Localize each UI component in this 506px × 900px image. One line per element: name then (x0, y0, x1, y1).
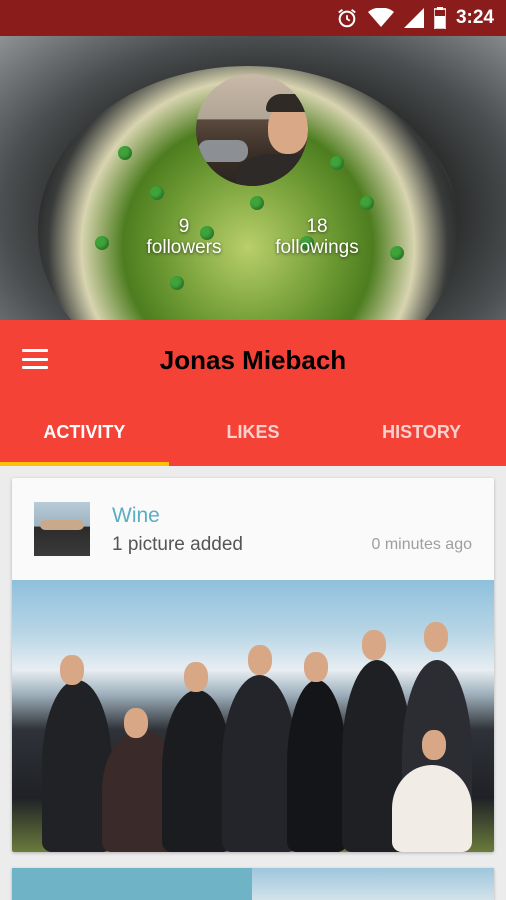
followers-count: 9 (178, 216, 190, 237)
activity-photo[interactable] (12, 580, 494, 852)
signal-icon (403, 8, 424, 28)
activity-title[interactable]: Wine (112, 504, 160, 528)
tab-indicator (0, 462, 169, 466)
followers-stat[interactable]: 9 followers (134, 216, 234, 258)
tab-history[interactable]: HISTORY (337, 412, 506, 462)
tab-activity[interactable]: ACTIVITY (0, 412, 169, 462)
profile-cover-photo: 9 followers 18 followings (0, 36, 506, 320)
activity-card-2[interactable] (12, 868, 494, 900)
alarm-icon (338, 9, 356, 28)
activity-time: 0 minutes ago (371, 536, 472, 553)
activity-card[interactable]: Wine 1 picture added 0 minutes ago (12, 478, 494, 852)
followings-label: followings (275, 237, 359, 258)
battery-icon (433, 7, 446, 29)
followings-stat[interactable]: 18 followings (262, 216, 372, 258)
status-time: 3:24 (455, 7, 494, 28)
page-title: Jonas Miebach (159, 345, 347, 375)
tab-bar: ACTIVITY LIKES HISTORY (0, 412, 506, 462)
tab-likes[interactable]: LIKES (169, 412, 338, 462)
activity-subtitle: 1 picture added (112, 534, 243, 555)
followings-count: 18 (306, 216, 328, 237)
activity-thumbnail[interactable] (34, 502, 90, 556)
followers-label: followers (146, 237, 222, 258)
status-bar: 3:24 (0, 0, 506, 36)
avatar[interactable] (196, 74, 308, 186)
wifi-icon (367, 8, 394, 27)
